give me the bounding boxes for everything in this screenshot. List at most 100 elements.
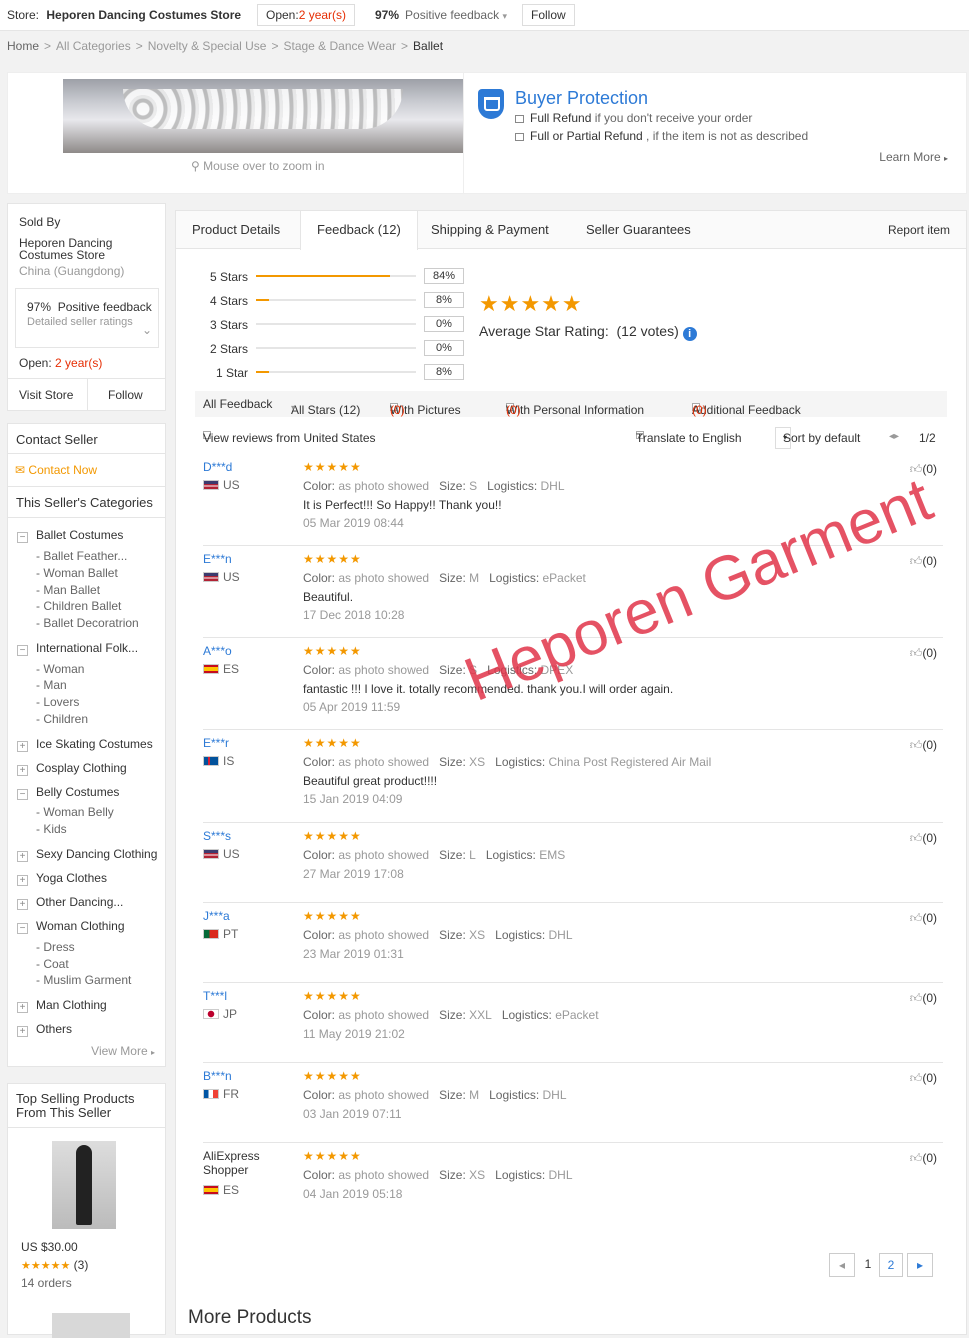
seller-feedback-box[interactable]: 97% Positive feedback Detailed seller ra… (15, 288, 159, 348)
next-page-button[interactable]: ▸ (907, 1253, 933, 1277)
subcategory[interactable]: - Man (36, 678, 67, 692)
mini-pager-arrows[interactable]: ◂▸ (889, 431, 899, 442)
review-text: It is Perfect!!! So Happy!! Thank you!! (303, 498, 502, 512)
learn-more-link[interactable]: Learn More ▸ (879, 150, 948, 164)
collapse-icon[interactable]: − (17, 645, 28, 656)
tab-shipping-payment[interactable]: Shipping & Payment (415, 211, 565, 249)
tab-bar: Product Details Feedback (12) Shipping &… (176, 211, 966, 250)
product-thumbnail[interactable] (52, 1313, 130, 1338)
review-stars: ★★★★★ (303, 829, 362, 843)
tab-seller-guarantees[interactable]: Seller Guarantees (570, 211, 707, 249)
review-text: Beautiful great product!!!! (303, 774, 438, 788)
category-other-dancing[interactable]: + Other Dancing... (17, 895, 123, 910)
review-text: Beautiful. (303, 590, 354, 604)
expand-icon[interactable]: + (17, 851, 28, 862)
reviewer-name: T***l (203, 989, 228, 1003)
helpful-button[interactable]: 👍︎(0) (910, 738, 937, 753)
subcategory[interactable]: - Ballet Decoratrion (36, 616, 139, 630)
seller-categories-panel: Contact Seller ✉ Contact Now This Seller… (7, 423, 166, 1067)
review-stars: ★★★★★ (303, 1149, 362, 1163)
subcategory[interactable]: - Coat (36, 957, 69, 971)
expand-icon[interactable]: + (17, 1002, 28, 1013)
page-1[interactable]: 1 (859, 1253, 877, 1277)
flag-icon (203, 849, 219, 859)
histogram-label: 5 Stars (209, 270, 248, 284)
tab-product-details[interactable]: Product Details (176, 211, 296, 249)
info-icon[interactable]: i (682, 327, 697, 341)
helpful-button[interactable]: 👍︎(0) (910, 646, 937, 661)
subcategory[interactable]: - Ballet Feather... (36, 549, 127, 563)
subcategory[interactable]: - Woman (36, 662, 84, 676)
prev-page-button[interactable]: ◂ (829, 1253, 855, 1277)
collapse-icon[interactable]: − (17, 789, 28, 800)
crumb-novelty[interactable]: Novelty & Special Use (148, 39, 267, 53)
subcategory[interactable]: - Children (36, 712, 88, 726)
crumb-home[interactable]: Home (7, 39, 39, 53)
crumb-stage-dance[interactable]: Stage & Dance Wear (283, 39, 396, 53)
tab-feedback[interactable]: Feedback (12) (300, 211, 418, 250)
category-others[interactable]: + Others (17, 1022, 72, 1037)
positive-feedback[interactable]: 97% Positive feedback ▾ (375, 8, 507, 22)
category-sexy-dancing[interactable]: + Sexy Dancing Clothing (17, 847, 157, 862)
product-image[interactable] (63, 79, 463, 153)
positive-label: Positive feedback (405, 8, 500, 22)
collapse-icon[interactable]: − (17, 532, 28, 543)
seller-name[interactable]: Heporen Dancing Costumes Store (19, 237, 149, 261)
store-name[interactable]: Heporen Dancing Costumes Store (46, 8, 241, 22)
thumbs-up-icon: 👍︎ (909, 554, 923, 568)
histogram-fill (256, 275, 391, 277)
expand-icon[interactable]: + (17, 741, 28, 752)
thumbs-up-icon: 👍︎ (909, 911, 923, 925)
subcategory[interactable]: - Lovers (36, 695, 79, 709)
page-2[interactable]: 2 (879, 1253, 903, 1277)
helpful-button[interactable]: 👍︎(0) (910, 831, 937, 846)
subcategory[interactable]: - Kids (36, 822, 67, 836)
open-value: 2 year(s) (298, 8, 347, 22)
category-ballet-costumes[interactable]: − Ballet Costumes (17, 528, 123, 543)
average-rating: Average Star Rating: (12 votes) i (479, 323, 697, 341)
helpful-button[interactable]: 👍︎(0) (910, 1151, 937, 1166)
review-stars: ★★★★★ (303, 644, 362, 658)
category-man-clothing[interactable]: + Man Clothing (17, 998, 107, 1013)
helpful-button[interactable]: 👍︎(0) (910, 1071, 937, 1086)
expand-icon[interactable]: + (17, 899, 28, 910)
helpful-button[interactable]: 👍︎(0) (910, 554, 937, 569)
crumb-ballet[interactable]: Ballet (413, 39, 443, 53)
product-thumbnail[interactable] (52, 1141, 116, 1229)
collapse-icon[interactable]: − (17, 923, 28, 934)
reviewer-country: ES (203, 1183, 239, 1197)
check-icon (515, 114, 524, 123)
category-international-folk[interactable]: − International Folk... (17, 641, 138, 656)
visit-store-button[interactable]: Visit Store (19, 388, 73, 402)
contact-now-link[interactable]: ✉ Contact Now (15, 463, 97, 477)
filter-all-feedback[interactable]: All Feedback (203, 397, 272, 411)
review-meta: Color: as photo showed Size: XXL Logistics… (303, 1008, 599, 1022)
subcategory[interactable]: - Children Ballet (36, 599, 121, 613)
category-cosplay[interactable]: + Cosplay Clothing (17, 761, 127, 776)
subcategory[interactable]: - Muslim Garment (36, 973, 131, 987)
category-belly[interactable]: − Belly Costumes (17, 785, 119, 800)
expand-icon[interactable]: + (17, 765, 28, 776)
helpful-button[interactable]: 👍︎(0) (910, 911, 937, 926)
category-ice-skating[interactable]: + Ice Skating Costumes (17, 737, 153, 752)
category-yoga[interactable]: + Yoga Clothes (17, 871, 107, 886)
store-follow-button[interactable]: Follow (522, 4, 575, 26)
view-more-link[interactable]: View More ▸ (91, 1044, 155, 1058)
follow-button[interactable]: Follow (108, 388, 143, 402)
subcategory[interactable]: - Dress (36, 940, 75, 954)
top-selling-panel: Top Selling Products From This Seller US… (7, 1083, 166, 1338)
subcategory[interactable]: - Woman Ballet (36, 566, 118, 580)
expand-icon[interactable]: + (17, 875, 28, 886)
report-item-link[interactable]: Report item (888, 223, 950, 237)
sort-select[interactable]: Sort by default ▾ (775, 427, 860, 449)
subcategory[interactable]: - Woman Belly (36, 805, 114, 819)
crumb-all-categories[interactable]: All Categories (56, 39, 131, 53)
review-date: 04 Jan 2019 05:18 (303, 1187, 403, 1201)
flag-icon (203, 1089, 219, 1099)
helpful-button[interactable]: 👍︎(0) (910, 991, 937, 1006)
thumbs-up-icon: 👍︎ (909, 1071, 923, 1085)
category-woman-clothing[interactable]: − Woman Clothing (17, 919, 125, 934)
expand-icon[interactable]: + (17, 1026, 28, 1037)
subcategory[interactable]: - Man Ballet (36, 583, 100, 597)
reviewer-name: J***a (203, 909, 230, 923)
